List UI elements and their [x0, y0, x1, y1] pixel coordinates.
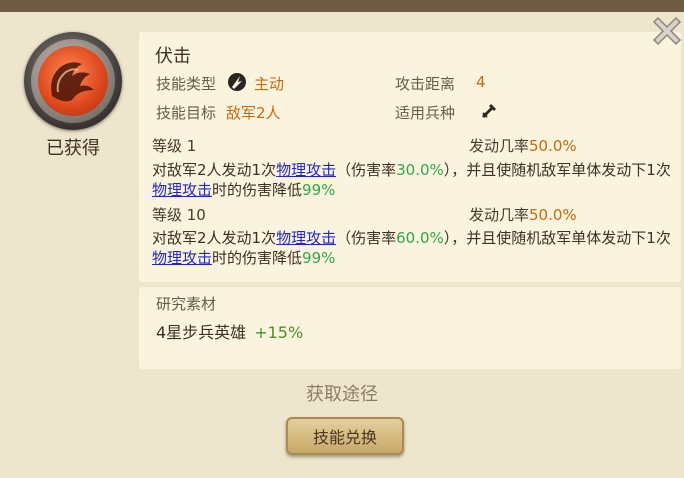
attack-range-value: 4	[476, 73, 486, 91]
material-item: 4星步兵英雄 +15%	[156, 323, 304, 342]
acquire-method-title: 获取途径	[306, 384, 378, 405]
skill-type-value: 主动	[254, 75, 285, 93]
physical-attack-link[interactable]: 物理攻击	[152, 249, 212, 267]
infantry-icon	[480, 102, 498, 120]
close-icon[interactable]	[650, 12, 684, 46]
skill-exchange-button[interactable]: 技能兑换	[286, 417, 404, 455]
physical-attack-link[interactable]: 物理攻击	[276, 161, 336, 179]
skill-name: 伏击	[155, 46, 191, 67]
attack-range-label: 攻击距离	[395, 75, 456, 93]
research-materials-title: 研究素材	[156, 295, 217, 313]
level-1-description: 对敌军2人发动1次物理攻击（伤害率30.0%），并且使随机敌军单体发动下1次物理…	[152, 161, 671, 199]
obtained-status: 已获得	[46, 138, 100, 159]
skill-type-label: 技能类型	[156, 75, 217, 93]
ambush-skill-icon	[24, 32, 122, 130]
skill-info-box: 伏击 技能类型 主动 攻击距离 4 技能目标 敌军2人 适用兵种 等级 1 发动…	[139, 32, 681, 282]
skill-detail-panel: 已获得 伏击 技能类型 主动 攻击距离 4 技能目标 敌军2人 适用兵种 等级 …	[0, 0, 684, 478]
skill-target-value: 敌军2人	[226, 104, 281, 122]
active-skill-icon	[227, 72, 247, 92]
level-1-trigger-rate: 发动几率50.0%	[469, 137, 577, 155]
research-materials-box: 研究素材 4星步兵英雄 +15%	[139, 287, 681, 369]
physical-attack-link[interactable]: 物理攻击	[152, 181, 212, 199]
level-10-trigger-rate: 发动几率50.0%	[469, 206, 577, 224]
troop-type-label: 适用兵种	[395, 104, 456, 122]
level-10-label: 等级 10	[152, 206, 206, 224]
level-1-label: 等级 1	[152, 137, 197, 155]
level-10-description: 对敌军2人发动1次物理攻击（伤害率60.0%），并且使随机敌军单体发动下1次物理…	[152, 229, 671, 267]
skill-target-label: 技能目标	[156, 104, 217, 122]
physical-attack-link[interactable]: 物理攻击	[276, 229, 336, 247]
